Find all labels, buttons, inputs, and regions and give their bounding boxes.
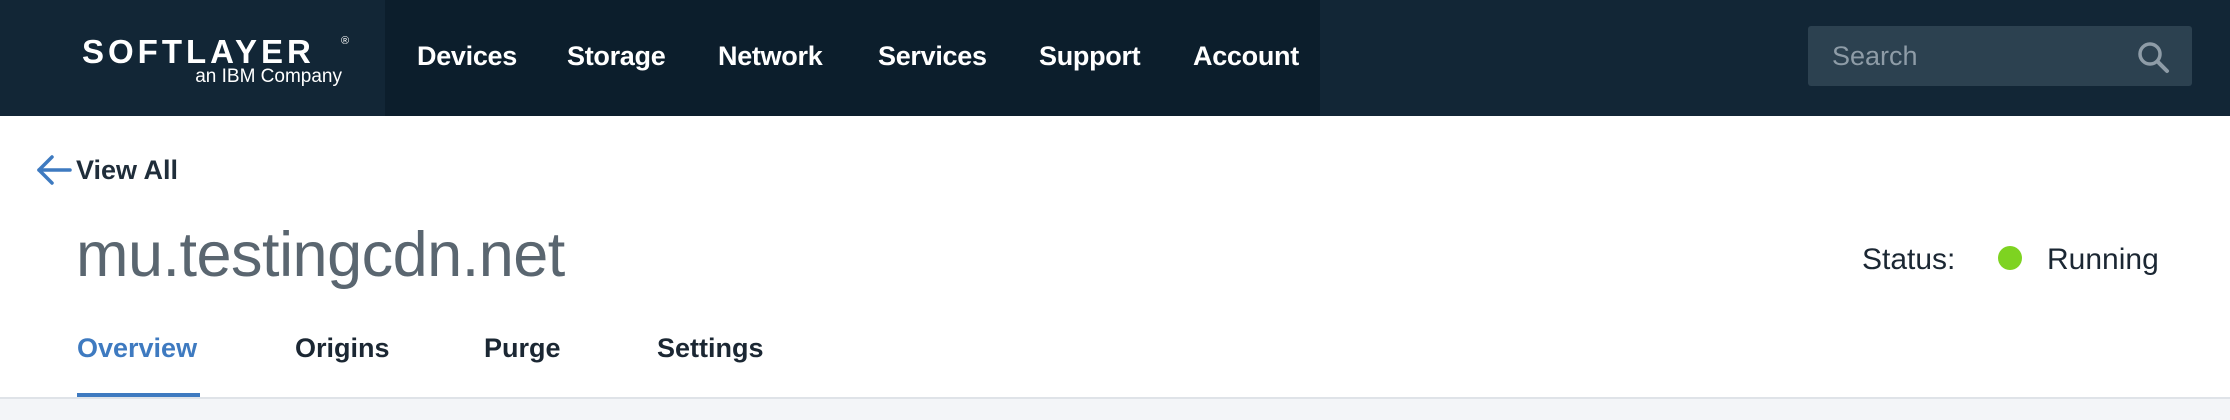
search-box [1808, 26, 2192, 86]
softlayer-logo[interactable]: SOFTLAYER ® an IBM Company [82, 34, 352, 94]
search-input[interactable] [1808, 26, 2128, 86]
status-indicator-dot [1998, 246, 2022, 270]
status-label: Status: [1862, 243, 1956, 276]
content-area [0, 399, 2230, 420]
nav-item-support[interactable]: Support [1039, 38, 1141, 74]
tab-origins[interactable]: Origins [295, 330, 390, 366]
logo-wordmark: SOFTLAYER [82, 33, 315, 70]
tab-settings[interactable]: Settings [657, 330, 764, 366]
page-title: mu.testingcdn.net [76, 220, 565, 290]
tab-purge[interactable]: Purge [484, 330, 561, 366]
registered-mark: ® [341, 35, 350, 47]
status-value: Running [2047, 243, 2159, 276]
nav-item-storage[interactable]: Storage [567, 38, 666, 74]
nav-item-network[interactable]: Network [718, 38, 823, 74]
logo-tagline: an IBM Company [195, 66, 342, 87]
main-nav [385, 0, 1320, 116]
tab-overview[interactable]: Overview [77, 330, 197, 366]
search-icon[interactable] [2136, 40, 2170, 74]
nav-item-services[interactable]: Services [878, 38, 987, 74]
view-all-label: View All [76, 155, 179, 185]
nav-item-account[interactable]: Account [1193, 38, 1299, 74]
arrow-left-icon [37, 155, 72, 185]
nav-item-devices-label[interactable]: Devices [417, 38, 517, 74]
